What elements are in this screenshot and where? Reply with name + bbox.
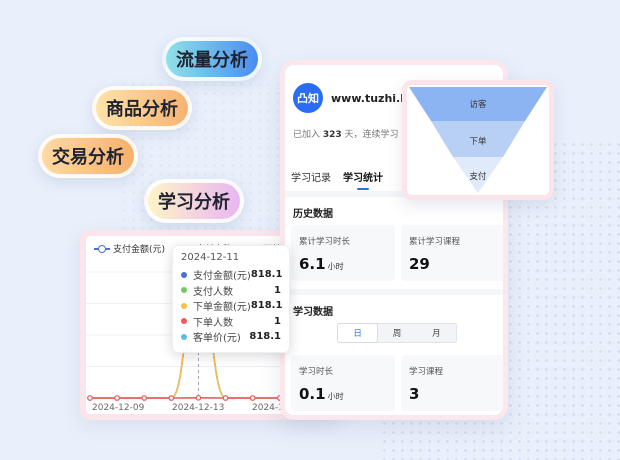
period-selector: 日 周 月 xyxy=(337,323,457,343)
tag-study-analysis[interactable]: 学习分析 xyxy=(144,179,244,223)
funnel-label: 支付 xyxy=(469,172,487,182)
data-point[interactable] xyxy=(141,395,148,401)
legend-line-icon xyxy=(94,244,110,253)
joined-days: 323 xyxy=(322,130,342,140)
legend-label: 支付金额(元) xyxy=(113,245,166,255)
tag-trade-analysis[interactable]: 交易分析 xyxy=(38,134,138,178)
stat-label: 学习时长 xyxy=(299,367,334,377)
tooltip-row: 客单价(元) 818.1 xyxy=(181,329,281,345)
brand-logo: 凸知 xyxy=(293,83,323,113)
tooltip-row: 下单金额(元) 818.1 xyxy=(181,298,283,314)
tab-study-records[interactable]: 学习记录 xyxy=(291,169,331,190)
segment-week[interactable]: 周 xyxy=(377,324,416,342)
tooltip-label: 下单人数 xyxy=(193,317,233,329)
stat-value: 0.1 xyxy=(299,385,326,403)
tooltip-label: 支付人数 xyxy=(193,286,233,298)
stat-value: 6.1 xyxy=(299,255,326,273)
history-title: 历史数据 xyxy=(293,209,333,220)
series-dot-icon xyxy=(181,302,187,309)
stat-label: 累计学习时长 xyxy=(299,237,351,247)
join-summary: 已加入 323 天，连续学习 2 天 xyxy=(293,127,420,140)
tooltip-row: 下单人数 1 xyxy=(181,314,281,330)
tag-goods-analysis[interactable]: 商品分析 xyxy=(92,86,192,130)
stat-value: 29 xyxy=(409,255,430,273)
join-mid: 天，连续学习 xyxy=(341,130,402,140)
tooltip-date: 2024-12-11 xyxy=(181,252,240,263)
series-dot-icon xyxy=(181,318,187,325)
stat-label: 学习课程 xyxy=(409,367,444,377)
stat-courses: 学习课程 3 xyxy=(401,355,503,411)
stat-total-courses: 累计学习课程 29 xyxy=(401,225,503,281)
data-point[interactable] xyxy=(222,395,229,401)
tooltip-row: 支付人数 1 xyxy=(181,283,281,299)
stat-unit: 小时 xyxy=(327,392,344,401)
join-prefix: 已加入 xyxy=(293,130,323,140)
tooltip-value: 818.1 xyxy=(249,331,281,343)
funnel-label: 访客 xyxy=(469,100,487,110)
segment-day[interactable]: 日 xyxy=(338,324,378,342)
tooltip-label: 下单金额(元) xyxy=(193,302,251,314)
tooltip-row: 支付金额(元) 818.1 xyxy=(181,267,283,283)
series-dot-icon xyxy=(181,271,187,278)
tag-flow-analysis[interactable]: 流量分析 xyxy=(162,37,262,81)
tooltip-label: 客单价(元) xyxy=(193,333,241,345)
data-point[interactable] xyxy=(195,395,202,401)
chart-tooltip: 2024-12-11 支付金额(元) 818.1 支付人数 1 下单金额(元) 818.1… xyxy=(172,245,290,353)
tooltip-value: 1 xyxy=(274,315,281,327)
stat-unit: 小时 xyxy=(327,262,344,271)
study-tabs: 学习记录 学习统计 xyxy=(291,169,383,190)
data-point[interactable] xyxy=(249,395,256,401)
study-title: 学习数据 xyxy=(293,307,333,318)
data-point[interactable] xyxy=(87,395,93,401)
series-dot-icon xyxy=(181,333,187,340)
tooltip-value: 818.1 xyxy=(250,269,283,281)
legend-item[interactable]: 支付金额(元) xyxy=(94,242,165,255)
x-tick-label: 2024-12-13 xyxy=(172,403,225,413)
stat-label: 累计学习课程 xyxy=(409,237,461,247)
stat-value: 3 xyxy=(409,385,420,403)
data-point[interactable] xyxy=(114,395,120,401)
stat-duration: 学习时长 0.1 小时 xyxy=(291,355,395,411)
profile-header: 凸知 www.tuzhi.ltd xyxy=(293,83,417,113)
segment-month[interactable]: 月 xyxy=(417,324,456,342)
tooltip-value: 818.1 xyxy=(250,300,283,312)
conversion-funnel-card: 访客 下单 支付 xyxy=(402,80,554,200)
stat-total-duration: 累计学习时长 6.1 小时 xyxy=(291,225,395,281)
data-point[interactable] xyxy=(168,395,175,401)
series-dot-icon xyxy=(181,287,187,294)
funnel-label: 下单 xyxy=(469,137,487,147)
tooltip-value: 1 xyxy=(274,284,281,296)
tab-study-stats[interactable]: 学习统计 xyxy=(343,169,383,190)
x-tick-label: 2024-12-09 xyxy=(92,403,145,413)
divider xyxy=(285,289,503,295)
tooltip-label: 支付金额(元) xyxy=(193,271,251,283)
